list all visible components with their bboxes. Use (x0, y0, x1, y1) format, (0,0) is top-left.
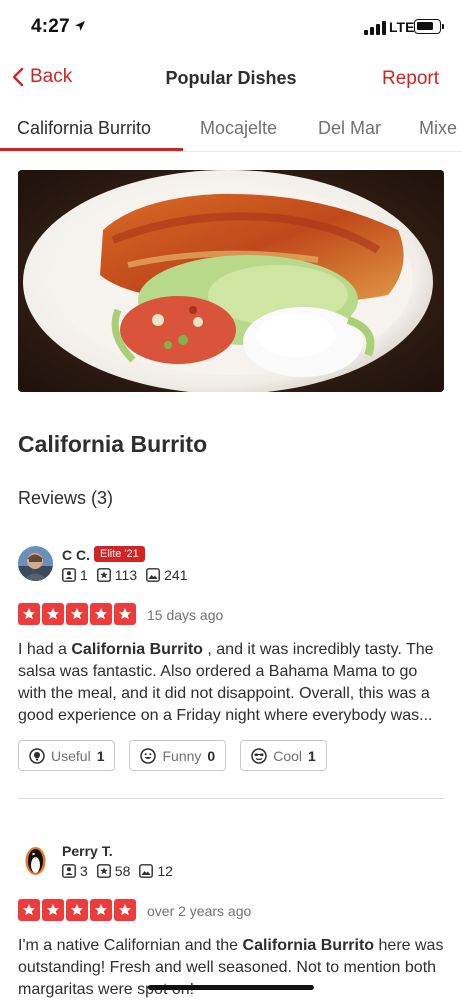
star-icon (66, 603, 88, 625)
review-actions: Useful 1 Funny 0 Cool 1 (18, 740, 327, 771)
friends-icon (62, 568, 76, 582)
user-photo-icon (18, 546, 53, 581)
tab-mocajelte[interactable]: Mocajelte (200, 118, 277, 139)
useful-button[interactable]: Useful 1 (18, 740, 116, 771)
reviews-heading: Reviews (3) (18, 488, 114, 508)
review-item: C C. Elite '21 1 113 241 15 days ago I h… (18, 546, 444, 776)
funny-label: Funny (162, 747, 202, 764)
friends-count: 3 (80, 863, 88, 879)
reviewer-name[interactable]: C C. (62, 547, 90, 563)
reviewer-stats: 3 58 12 (62, 863, 182, 879)
network-type: LTE (389, 19, 415, 35)
friends-icon (62, 864, 76, 878)
status-bar: 4:27 LTE (0, 0, 462, 56)
location-arrow-icon (75, 21, 85, 31)
review-text-part: I had a (18, 641, 72, 658)
photo-icon (146, 568, 161, 582)
star-icon (114, 603, 136, 625)
star-rating (18, 899, 136, 921)
reviewer-name[interactable]: Perry T. (62, 843, 113, 859)
review-date: 15 days ago (147, 607, 224, 623)
star-icon (18, 899, 40, 921)
reviewer-stats: 1 113 241 (62, 567, 196, 583)
elite-badge: Elite '21 (94, 546, 145, 562)
review-star-icon (96, 864, 111, 878)
review-star-icon (96, 568, 111, 582)
status-time: 4:27 (31, 16, 70, 37)
penguin-avatar-icon (18, 842, 53, 877)
smile-icon (140, 747, 157, 764)
dish-photo[interactable] (18, 170, 444, 392)
useful-label: Useful (51, 747, 91, 764)
burrito-plate-image (18, 170, 444, 392)
tab-del-mar[interactable]: Del Mar (318, 118, 381, 139)
review-text[interactable]: I'm a native Californian and the Califor… (18, 935, 446, 1000)
signal-icon (364, 21, 386, 35)
tab-mixe[interactable]: Mixe (419, 118, 457, 139)
avatar[interactable] (18, 546, 53, 581)
tab-california-burrito[interactable]: California Burrito (17, 118, 151, 139)
review-count: 113 (114, 567, 138, 583)
home-indicator (148, 985, 314, 990)
navigation-bar: Back Popular Dishes Report (0, 56, 462, 102)
lightbulb-icon (29, 747, 45, 764)
star-icon (66, 899, 88, 921)
battery-icon (414, 19, 444, 34)
funny-button[interactable]: Funny 0 (129, 740, 227, 771)
cool-count: 1 (308, 747, 316, 764)
dish-tabs: California Burrito Mocajelte Del Mar Mix… (0, 108, 462, 152)
review-dish-mention: California Burrito (71, 641, 203, 658)
star-rating (18, 603, 136, 625)
funny-count: 0 (207, 747, 216, 764)
review-date: over 2 years ago (147, 903, 252, 919)
review-dish-mention: California Burrito (242, 937, 375, 954)
review-text-part: I'm a native Californian and the (18, 937, 243, 954)
star-icon (114, 899, 136, 921)
review-count: 58 (114, 863, 131, 879)
friends-count: 1 (80, 567, 88, 583)
active-tab-indicator (0, 148, 183, 151)
useful-count: 1 (96, 747, 105, 764)
cool-label: Cool (273, 747, 302, 764)
cool-button[interactable]: Cool 1 (240, 740, 327, 771)
review-divider (18, 798, 444, 799)
avatar[interactable] (18, 842, 53, 877)
star-icon (90, 603, 112, 625)
star-icon (18, 603, 40, 625)
photo-count: 12 (157, 863, 173, 879)
sunglasses-icon (251, 747, 267, 764)
review-text[interactable]: I had a California Burrito , and it was … (18, 639, 446, 727)
star-icon (90, 899, 112, 921)
photo-icon (139, 864, 154, 878)
review-item: Perry T. 3 58 12 over 2 years ago I'm a … (18, 842, 444, 1000)
star-icon (42, 603, 64, 625)
star-icon (42, 899, 64, 921)
report-button[interactable]: Report (382, 68, 439, 90)
photo-count: 241 (164, 567, 188, 583)
dish-title: California Burrito (18, 431, 208, 457)
